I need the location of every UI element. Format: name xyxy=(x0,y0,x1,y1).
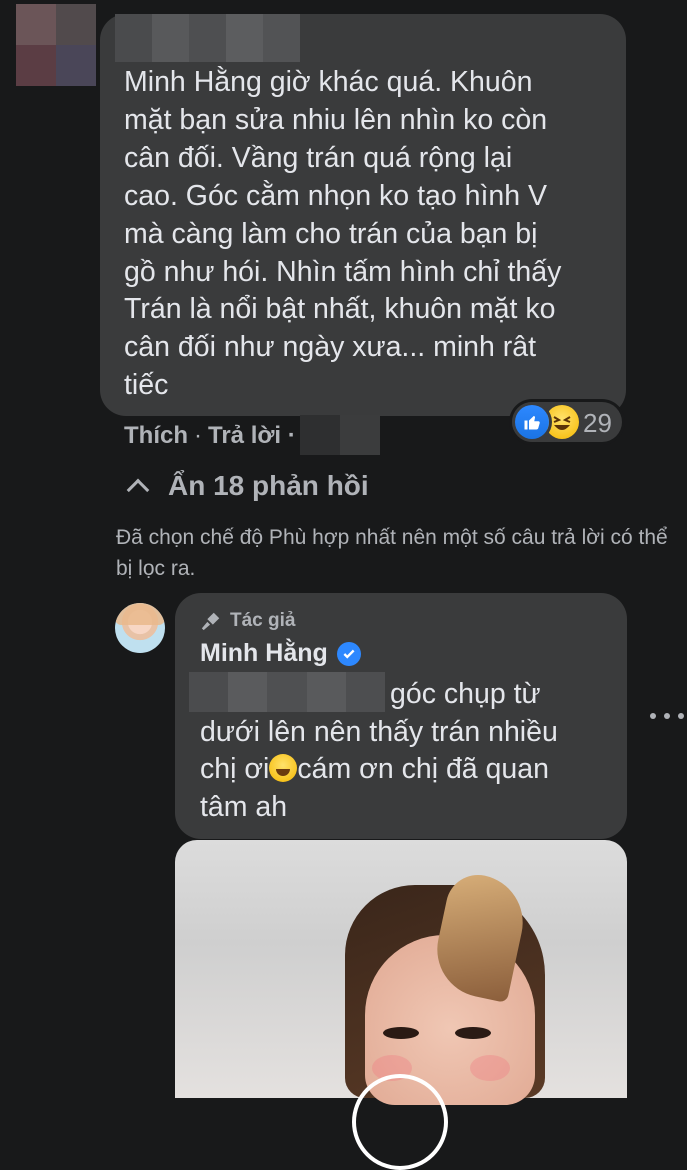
reply-text: góc chụp từ dưới lên nên thấy trán nhiều… xyxy=(200,676,610,826)
like-button[interactable]: Thích xyxy=(124,422,188,449)
reply-line-1: góc chụp từ xyxy=(390,678,541,710)
haha-icon xyxy=(545,405,579,439)
timestamp-blurred xyxy=(300,415,380,455)
reply-line-4: tâm ah xyxy=(200,790,288,823)
reply-author-name[interactable]: Minh Hằng xyxy=(200,639,328,668)
more-options-icon[interactable] xyxy=(650,706,684,726)
comment-actions: Thích · Trả lời · xyxy=(124,422,296,450)
hide-replies-label: Ẩn 18 phản hồi xyxy=(168,470,369,501)
photo-cheek-right xyxy=(470,1055,510,1081)
photo-overlay-circle xyxy=(352,1074,448,1170)
photo-eye-left xyxy=(383,1027,419,1039)
microphone-icon xyxy=(201,612,220,631)
avatar-hair xyxy=(115,603,165,625)
commenter-name-blurred[interactable] xyxy=(115,14,300,62)
comment-text: Minh Hằng giờ khác quá. Khuôn mặt bạn sử… xyxy=(124,66,562,402)
chevron-up-icon xyxy=(126,478,150,502)
reply-line-3b: cám ơn chị đã quan xyxy=(297,753,549,785)
like-icon xyxy=(515,405,549,439)
reply-button[interactable]: Trả lời · xyxy=(208,422,296,449)
reaction-count[interactable]: 29 xyxy=(583,408,612,439)
author-badge-label: Tác giả xyxy=(230,610,296,631)
reply-line-2: dưới lên nên thấy trán nhiều xyxy=(200,715,558,748)
filter-notice: Đã chọn chế độ Phù hợp nhất nên một số c… xyxy=(116,526,668,580)
action-separator: · xyxy=(194,422,202,449)
verified-badge-icon xyxy=(336,641,361,666)
hide-replies-button[interactable]: Ẩn 18 phản hồi xyxy=(124,470,369,502)
author-badge: Tác giả xyxy=(200,609,295,633)
author-avatar[interactable] xyxy=(115,603,165,653)
avatar-blurred[interactable] xyxy=(16,4,96,86)
tired-face-emoji-icon xyxy=(269,754,298,782)
reply-author[interactable]: Minh Hằng xyxy=(200,639,361,668)
reply-line-3a: chị ơi xyxy=(200,753,270,785)
photo-eye-right xyxy=(455,1027,491,1039)
